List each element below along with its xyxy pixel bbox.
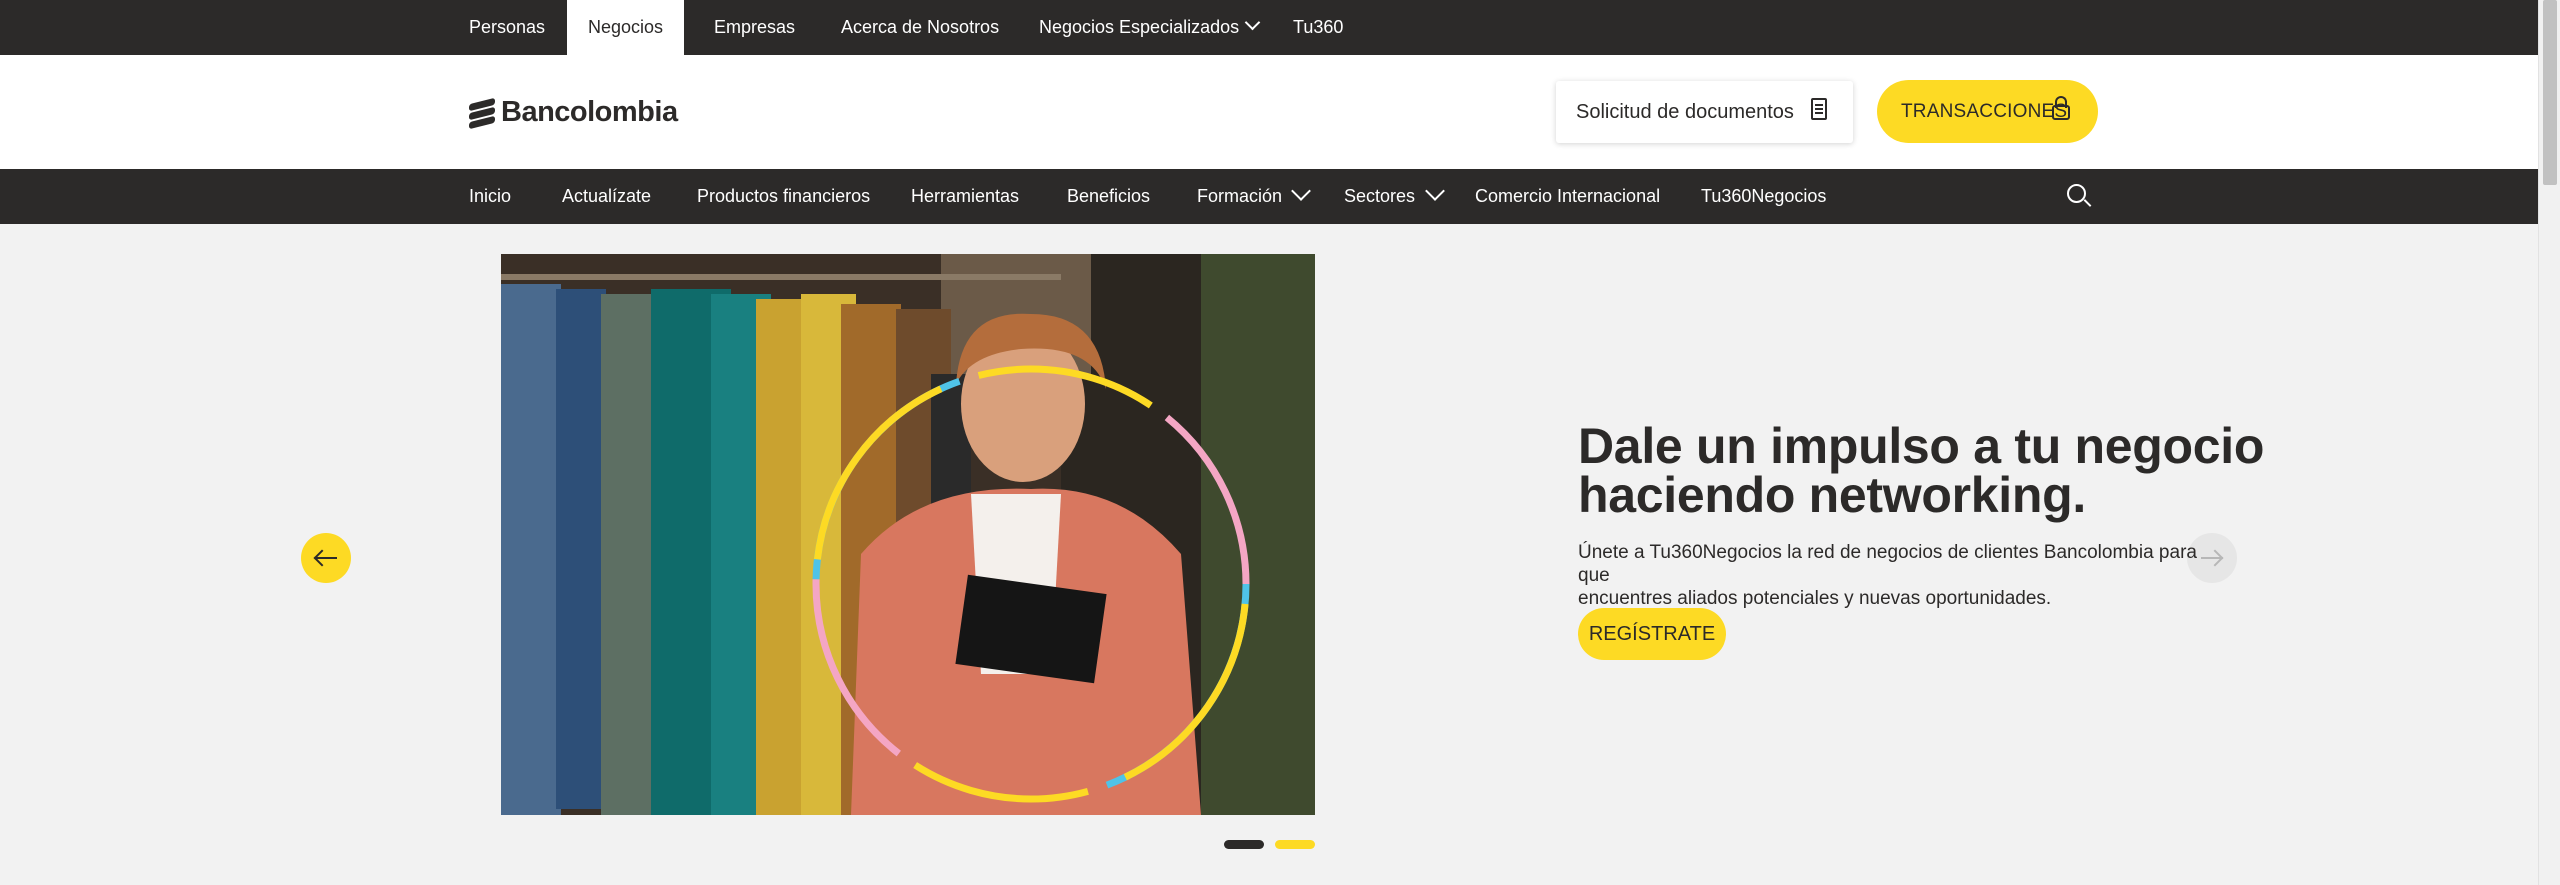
hero-description: Únete a Tu360Negocios la red de negocios… [1578,541,2198,610]
chevron-down-icon [1244,14,1261,31]
document-icon [1811,98,1827,120]
chevron-down-icon[interactable] [1291,181,1311,201]
bancolombia-logo[interactable]: Bancolombia [469,95,678,130]
hero-carousel: Dale un impulso a tu negocio haciendo ne… [0,224,2538,874]
nav-item-inicio[interactable]: Inicio [469,169,511,224]
scrollbar-thumb[interactable] [2543,0,2557,185]
nav-item-productos-financieros[interactable]: Productos financieros [697,169,870,224]
main-nav: Inicio Actualízate Productos financieros… [0,169,2538,224]
hero-description-line-1: Únete a Tu360Negocios la red de negocios… [1578,542,2197,586]
document-request-button[interactable]: Solicitud de documentos [1556,81,1853,143]
segment-tu360[interactable]: Tu360 [1293,0,1343,55]
hero-description-line-2: encuentres aliados potenciales y nuevas … [1578,588,2052,609]
transactions-button[interactable]: TRANSACCIONES [1877,80,2098,143]
segment-empresas[interactable]: Empresas [714,0,795,55]
page: Personas Negocios Empresas Acerca de Nos… [0,0,2560,885]
hero-title: Dale un impulso a tu negocio haciendo ne… [1578,418,2298,523]
site-header: Bancolombia Solicitud de documentos TRAN… [0,55,2538,169]
chevron-down-icon[interactable] [1425,181,1445,201]
nav-item-tu360negocios[interactable]: Tu360Negocios [1701,169,1826,224]
nav-item-herramientas[interactable]: Herramientas [911,169,1019,224]
hero-image [501,254,1315,815]
transactions-label: TRANSACCIONES [1901,100,2068,122]
logo-text: Bancolombia [501,95,678,128]
nav-item-actualizate[interactable]: Actualízate [562,169,651,224]
segment-negocios-especializados[interactable]: Negocios Especializados [1039,0,1261,55]
lock-icon [2052,96,2070,120]
carousel-prev-button[interactable] [301,533,351,583]
segment-negocios[interactable]: Negocios [567,0,684,55]
page-scrollbar[interactable] [2538,0,2560,885]
nav-item-sectores[interactable]: Sectores [1344,169,1415,224]
hero-title-line-2: haciendo networking. [1578,467,2086,523]
bancolombia-logo-mark-icon [469,97,495,130]
nav-item-beneficios[interactable]: Beneficios [1067,169,1150,224]
carousel-dot-1[interactable] [1224,840,1264,849]
search-icon[interactable] [2067,184,2092,208]
register-button[interactable]: REGÍSTRATE [1578,608,1726,660]
carousel-dot-2[interactable] [1275,840,1315,849]
nav-item-comercio-internacional[interactable]: Comercio Internacional [1475,169,1660,224]
segment-bar: Personas Negocios Empresas Acerca de Nos… [0,0,2538,55]
document-request-label: Solicitud de documentos [1576,100,1794,123]
segment-personas[interactable]: Personas [469,0,545,55]
nav-item-formacion[interactable]: Formación [1197,169,1282,224]
segment-acerca-de-nosotros[interactable]: Acerca de Nosotros [841,0,999,55]
hero-title-line-1: Dale un impulso a tu negocio [1578,418,2265,474]
